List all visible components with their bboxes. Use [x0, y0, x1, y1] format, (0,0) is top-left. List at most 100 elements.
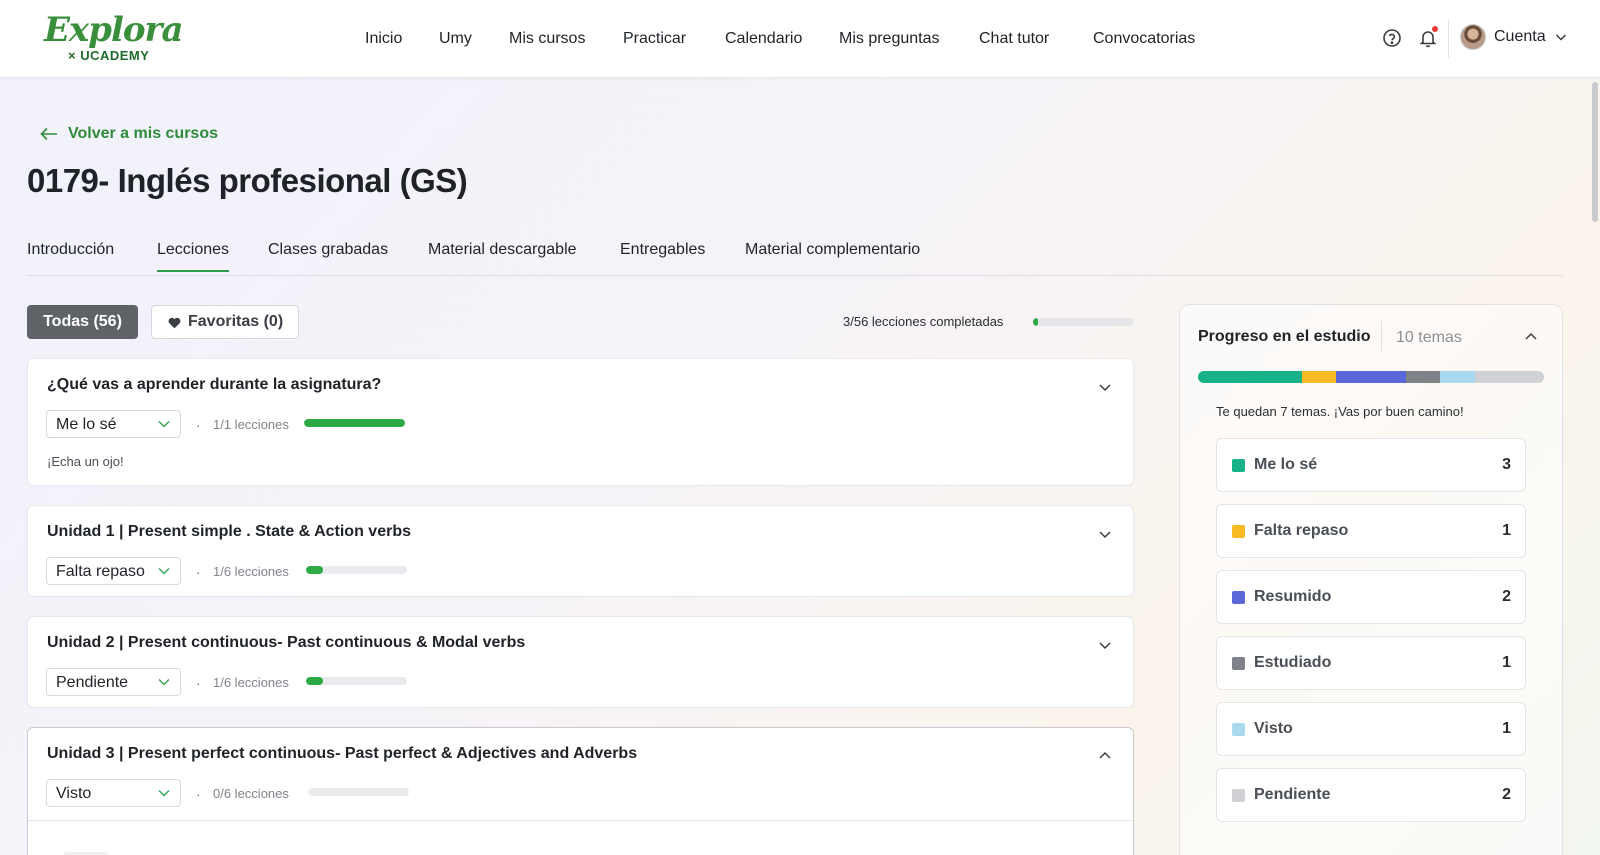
- legend-swatch: [1232, 789, 1245, 802]
- tab-introduccion[interactable]: Introducción: [27, 241, 114, 259]
- filter-all-button[interactable]: Todas (56): [27, 305, 138, 339]
- study-progress-title: Progreso en el estudio: [1198, 328, 1371, 345]
- panel-divider: [1381, 321, 1382, 351]
- legend-swatch: [1232, 591, 1245, 604]
- chevron-down-icon[interactable]: [1097, 526, 1113, 542]
- topics-count: 10 temas: [1396, 329, 1462, 346]
- legend-item-estudiado[interactable]: Estudiado 1: [1216, 636, 1526, 690]
- chevron-up-icon[interactable]: [1523, 329, 1539, 345]
- status-select[interactable]: Falta repaso: [46, 557, 181, 585]
- tab-entregables[interactable]: Entregables: [620, 241, 705, 259]
- separator-dot: ·: [196, 417, 201, 433]
- legend-label: Me lo sé: [1254, 456, 1318, 473]
- nav-item-umy[interactable]: Umy: [439, 29, 472, 49]
- status-select-value: Pendiente: [56, 674, 129, 691]
- unit-progress-bar: [304, 419, 405, 427]
- chevron-down-icon[interactable]: [1097, 379, 1113, 395]
- legend-swatch: [1232, 657, 1245, 670]
- tab-lecciones[interactable]: Lecciones: [157, 241, 230, 272]
- legend-count: 2: [1502, 588, 1511, 605]
- chevron-down-icon: [158, 420, 170, 428]
- chevron-down-icon[interactable]: [1097, 637, 1113, 653]
- page-scrollbar[interactable]: [1592, 82, 1598, 222]
- separator-dot: ·: [196, 786, 201, 802]
- legend-count: 1: [1502, 720, 1511, 737]
- unit-title[interactable]: Unidad 1 | Present simple . State & Acti…: [47, 523, 411, 541]
- filter-favorites-button[interactable]: Favoritas (0): [151, 305, 299, 339]
- overall-progress-bar: [1033, 318, 1134, 326]
- course-tabs: Introducción Lecciones Clases grabadas M…: [27, 236, 1563, 276]
- lessons-count: 1/6 lecciones: [213, 675, 289, 690]
- unit-title[interactable]: Unidad 2 | Present continuous- Past cont…: [47, 634, 525, 652]
- unit-card: ¿Qué vas a aprender durante la asignatur…: [27, 358, 1134, 486]
- unit-card: Unidad 2 | Present continuous- Past cont…: [27, 616, 1134, 708]
- lessons-completed-text: 3/56 lecciones completadas: [843, 314, 1004, 329]
- chevron-down-icon: [158, 678, 170, 686]
- legend-item-pendiente[interactable]: Pendiente 2: [1216, 768, 1526, 822]
- legend-label: Resumido: [1254, 588, 1332, 605]
- legend-swatch: [1232, 459, 1245, 472]
- legend-count: 1: [1502, 522, 1511, 539]
- legend-item-falta-repaso[interactable]: Falta repaso 1: [1216, 504, 1526, 558]
- chevron-down-icon: [158, 789, 170, 797]
- nav-item-convocatorias[interactable]: Convocatorias: [1093, 29, 1195, 49]
- status-select[interactable]: Visto: [46, 779, 181, 807]
- unit-card-expanded: Unidad 3 | Present perfect continuous- P…: [27, 727, 1134, 855]
- nav-item-chat-tutor[interactable]: Chat tutor: [979, 29, 1049, 49]
- status-select[interactable]: Pendiente: [46, 668, 181, 696]
- legend-label: Visto: [1254, 720, 1293, 737]
- unit-progress-fill: [306, 566, 323, 574]
- legend-count: 3: [1502, 456, 1511, 473]
- unit-title[interactable]: ¿Qué vas a aprender durante la asignatur…: [47, 376, 381, 394]
- status-select-value: Falta repaso: [56, 563, 145, 580]
- status-select-value: Visto: [56, 785, 92, 802]
- legend-count: 1: [1502, 654, 1511, 671]
- heart-icon: [168, 317, 181, 329]
- account-label: Cuenta: [1494, 28, 1546, 45]
- unit-progress-bar: [306, 566, 407, 574]
- avatar: [1460, 24, 1486, 50]
- stacked-bar-segment: [1301, 371, 1337, 383]
- nav-item-practicar[interactable]: Practicar: [623, 29, 686, 49]
- stacked-bar-segment: [1336, 371, 1406, 383]
- nav-item-inicio[interactable]: Inicio: [365, 29, 402, 49]
- legend-label: Estudiado: [1254, 654, 1332, 671]
- bell-icon[interactable]: [1416, 26, 1440, 50]
- main-nav: Inicio Umy Mis cursos Practicar Calendar…: [0, 0, 1600, 78]
- back-link-label: Volver a mis cursos: [68, 125, 218, 142]
- stacked-bar-segment: [1474, 371, 1544, 383]
- page-title: 0179- Inglés profesional (GS): [27, 162, 468, 199]
- legend-item-me-lo-se[interactable]: Me lo sé 3: [1216, 438, 1526, 492]
- notification-dot: [1432, 26, 1438, 32]
- chevron-up-icon[interactable]: [1097, 748, 1113, 764]
- overall-progress-fill: [1033, 318, 1039, 326]
- stacked-bar-segment: [1405, 371, 1441, 383]
- chevron-down-icon: [1555, 34, 1567, 41]
- separator-dot: ·: [196, 564, 201, 580]
- tab-material-complementario[interactable]: Material complementario: [745, 241, 920, 259]
- separator-dot: ·: [196, 675, 201, 691]
- filter-favorites-label: Favoritas (0): [188, 313, 284, 330]
- unit-progress-fill: [304, 419, 405, 427]
- tab-material-descargable[interactable]: Material descargable: [428, 241, 577, 259]
- lessons-count: 1/1 lecciones: [213, 417, 289, 432]
- lessons-count: 1/6 lecciones: [213, 564, 289, 579]
- chevron-down-icon: [158, 567, 170, 575]
- legend-item-visto[interactable]: Visto 1: [1216, 702, 1526, 756]
- arrow-left-icon: [40, 127, 57, 141]
- unit-title[interactable]: Unidad 3 | Present perfect continuous- P…: [47, 745, 637, 763]
- nav-item-calendario[interactable]: Calendario: [725, 29, 802, 49]
- legend-label: Falta repaso: [1254, 522, 1349, 539]
- unit-progress-bar: [308, 788, 409, 796]
- legend-swatch: [1232, 723, 1245, 736]
- nav-item-mis-preguntas[interactable]: Mis preguntas: [839, 29, 940, 49]
- status-select[interactable]: Me lo sé: [46, 410, 181, 438]
- nav-item-mis-cursos[interactable]: Mis cursos: [509, 29, 585, 49]
- help-circle-icon[interactable]: [1380, 26, 1404, 50]
- stacked-bar-segment: [1198, 371, 1302, 383]
- legend-item-resumido[interactable]: Resumido 2: [1216, 570, 1526, 624]
- study-progress-panel: Progreso en el estudio 10 temas Te queda…: [1179, 304, 1563, 855]
- unit-card: Unidad 1 | Present simple . State & Acti…: [27, 505, 1134, 597]
- unit-progress-bar: [306, 677, 407, 685]
- tab-clases-grabadas[interactable]: Clases grabadas: [268, 241, 388, 259]
